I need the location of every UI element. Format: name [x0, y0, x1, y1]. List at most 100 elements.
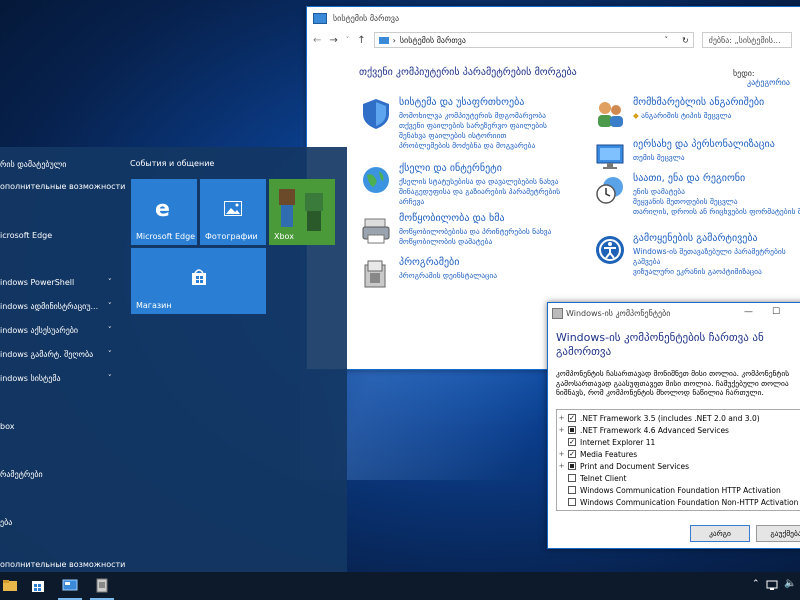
start-item-ease[interactable]: indows გამარტ. შეღობა — [0, 350, 93, 359]
address-bar[interactable]: › სისტემის მართვა ˅ ↻ — [373, 32, 694, 48]
chevron-down-icon[interactable]: ˅ — [108, 350, 112, 358]
category-title[interactable]: ქსელი და ინტერნეტი — [399, 163, 560, 174]
file-explorer-icon[interactable] — [2, 577, 18, 593]
expand-plus-icon[interactable]: + — [557, 414, 566, 422]
dialog-description: კომპონენტის ჩასართავად მონიშნეთ მისი თოლ… — [556, 369, 790, 397]
feature-checkbox[interactable] — [568, 462, 576, 470]
feature-row[interactable]: + .NET Framework 4.6 Advanced Services — [557, 424, 729, 436]
minimize-icon[interactable]: — — [744, 307, 753, 317]
start-item-accessibility-2[interactable]: ополнительные возможности — [0, 560, 125, 569]
refresh-icon[interactable]: ↻ — [682, 36, 689, 45]
feature-row[interactable]: + Print and Document Services — [557, 460, 689, 472]
back-arrow-icon[interactable]: ← — [313, 35, 321, 46]
category-network: ქსელი და ინტერნეტი ქსელის სტატუსებისა და… — [359, 163, 560, 207]
category-link[interactable]: შეყვანის მეთოდების შეცვლა — [633, 197, 800, 207]
feature-checkbox[interactable] — [568, 498, 576, 506]
category-title[interactable]: სისტემა და უსაფრთხოება — [399, 97, 547, 108]
uac-shield-icon: ◆ — [633, 111, 639, 120]
category-link[interactable]: ენის დამატება — [633, 187, 800, 197]
up-arrow-icon[interactable]: ↑ — [357, 35, 365, 46]
feature-checkbox[interactable] — [568, 474, 576, 482]
expand-plus-icon[interactable]: + — [557, 462, 566, 470]
ok-button[interactable]: კარგი — [690, 525, 750, 542]
feature-label: Media Features — [580, 449, 638, 459]
category-title[interactable]: იერსახე და პერსონალიზაცია — [633, 139, 775, 150]
feature-checkbox[interactable]: ✓ — [568, 438, 576, 446]
feature-row[interactable]: Windows Communication Foundation HTTP Ac… — [557, 484, 781, 496]
start-item-accessories[interactable]: indows აქსესუარები — [0, 326, 78, 335]
chevron-down-icon[interactable]: ˅ — [108, 374, 112, 382]
category-link[interactable]: პრობლემების მოძებნა და მოგვარება — [399, 141, 547, 151]
category-link[interactable]: შინაგედუფისა და გაზიარების პარამეტრების — [399, 187, 560, 197]
category-link[interactable]: ვიზუალური ეკრანის გაოპტიმიზაცია — [633, 267, 786, 277]
feature-row[interactable]: + ✓ .NET Framework 3.5 (includes .NET 2.0 … — [557, 412, 760, 424]
dialog-title: Windows-ის კომპონენტები — [566, 308, 671, 318]
category-title[interactable]: პროგრამები — [399, 257, 497, 268]
address-dropdown-icon[interactable]: ˅ — [664, 36, 668, 44]
chevron-down-icon[interactable]: ˅ — [346, 36, 350, 44]
category-link[interactable]: მოწყობილობის დამატება — [399, 237, 551, 247]
features-tree: + ✓ .NET Framework 3.5 (includes .NET 2.0 … — [556, 409, 800, 511]
category-link[interactable]: გაშვება — [633, 257, 786, 267]
category-link[interactable]: პროგრამის დეინსტალაცია — [399, 271, 497, 281]
tile-store[interactable]: Магазин — [131, 248, 266, 314]
start-item-recently-added[interactable]: რის დამატებული — [0, 160, 66, 169]
feature-checkbox[interactable]: ✓ — [568, 414, 576, 422]
category-link[interactable]: შენახვა ფაილების ისტორიით — [399, 131, 547, 141]
start-item-admin-tools[interactable]: indows ადმინისტრაციუ... — [0, 302, 98, 311]
forward-arrow-icon[interactable]: → — [329, 35, 337, 46]
category-link[interactable]: მომოხილვა კომპიუტერის მდგომარეობა — [399, 111, 547, 121]
tile-xbox[interactable]: Xbox — [269, 179, 335, 245]
feature-row[interactable]: Windows Communication Foundation Non-HTT… — [557, 496, 798, 508]
category-link-label: ანგარიშის ტიპის შეცვლა — [641, 111, 732, 120]
category-link[interactable]: ◆ ანგარიშის ტიპის შეცვლა — [633, 111, 764, 121]
expand-plus-icon[interactable]: + — [557, 426, 566, 434]
category-appearance: იერსახე და პერსონალიზაცია თემის შეცვლა — [593, 139, 775, 173]
chevron-down-icon[interactable]: ˅ — [108, 326, 112, 334]
store-icon[interactable] — [30, 577, 46, 593]
printer-icon — [362, 218, 390, 244]
category-title[interactable]: მოწყობილობა და ხმა — [399, 213, 551, 224]
category-link[interactable]: Windows-ის შეთავაზებული პარამეტრების — [633, 247, 786, 257]
category-title[interactable]: მომხმარებლის ანგარიშები — [633, 97, 764, 108]
start-item-settings[interactable]: რამეტრები — [0, 470, 43, 479]
windows-features-taskbar-icon[interactable] — [94, 577, 110, 593]
start-item-system[interactable]: indows სისტემა — [0, 374, 61, 383]
search-input[interactable]: ძებნა: „სისტემის... — [701, 32, 792, 48]
maximize-icon[interactable]: ☐ — [772, 307, 780, 317]
cancel-button[interactable]: გაუქმება — [756, 525, 800, 542]
chevron-down-icon[interactable]: ˅ — [108, 278, 112, 286]
feature-row[interactable]: ✓ Internet Explorer 11 — [557, 436, 655, 448]
start-item-edge[interactable]: icrosoft Edge — [0, 231, 52, 240]
monitor-icon — [596, 144, 624, 169]
feature-row[interactable]: Telnet Client — [557, 472, 626, 484]
category-link[interactable]: თემის შეცვლა — [633, 153, 775, 163]
volume-icon[interactable]: 🔈 — [784, 578, 796, 589]
feature-label: Windows Communication Foundation Non-HTT… — [580, 497, 799, 507]
control-panel-taskbar-icon[interactable] — [62, 577, 78, 593]
feature-checkbox[interactable] — [568, 426, 576, 434]
chevron-down-icon[interactable]: ˅ — [108, 302, 112, 310]
start-item-accessibility[interactable]: ополнительные возможности — [0, 182, 125, 191]
category-link[interactable]: მოწყობილობებისა და პრინტერების ნახვა — [399, 227, 551, 237]
feature-checkbox[interactable]: ✓ — [568, 450, 576, 458]
feature-row[interactable]: + ✓ Media Features — [557, 448, 638, 460]
taskbar: ⌃ 🔈 — [0, 572, 800, 600]
expand-plus-icon[interactable]: + — [557, 450, 566, 458]
tile-photos[interactable]: Фотографии — [200, 179, 266, 245]
programs-box-icon — [364, 260, 386, 288]
network-icon[interactable] — [766, 579, 778, 591]
view-by-dropdown[interactable]: კატეგორია — [747, 78, 790, 87]
category-title[interactable]: საათი, ენა და რეგიონი — [633, 173, 800, 184]
category-link[interactable]: თარიღის, დროის ან რიცხვების ფორმატების შ… — [633, 207, 800, 217]
category-link[interactable]: თქვენი ფაილების სარეზერვო ფაილების — [399, 121, 547, 131]
show-hidden-icons-icon[interactable]: ⌃ — [752, 579, 760, 589]
start-item-xbox[interactable]: box — [0, 422, 14, 431]
category-link[interactable]: არჩევა — [399, 197, 560, 207]
category-title[interactable]: გამოყენების გამარტივება — [633, 233, 786, 244]
start-item-powershell[interactable]: indows PowerShell — [0, 278, 74, 287]
start-item-unknown[interactable]: ება — [0, 518, 12, 527]
category-link[interactable]: ქსელის სტატუსებისა და დავალებების ნახვა — [399, 177, 560, 187]
tile-edge[interactable]: e Microsoft Edge — [131, 179, 197, 245]
feature-checkbox[interactable] — [568, 486, 576, 494]
